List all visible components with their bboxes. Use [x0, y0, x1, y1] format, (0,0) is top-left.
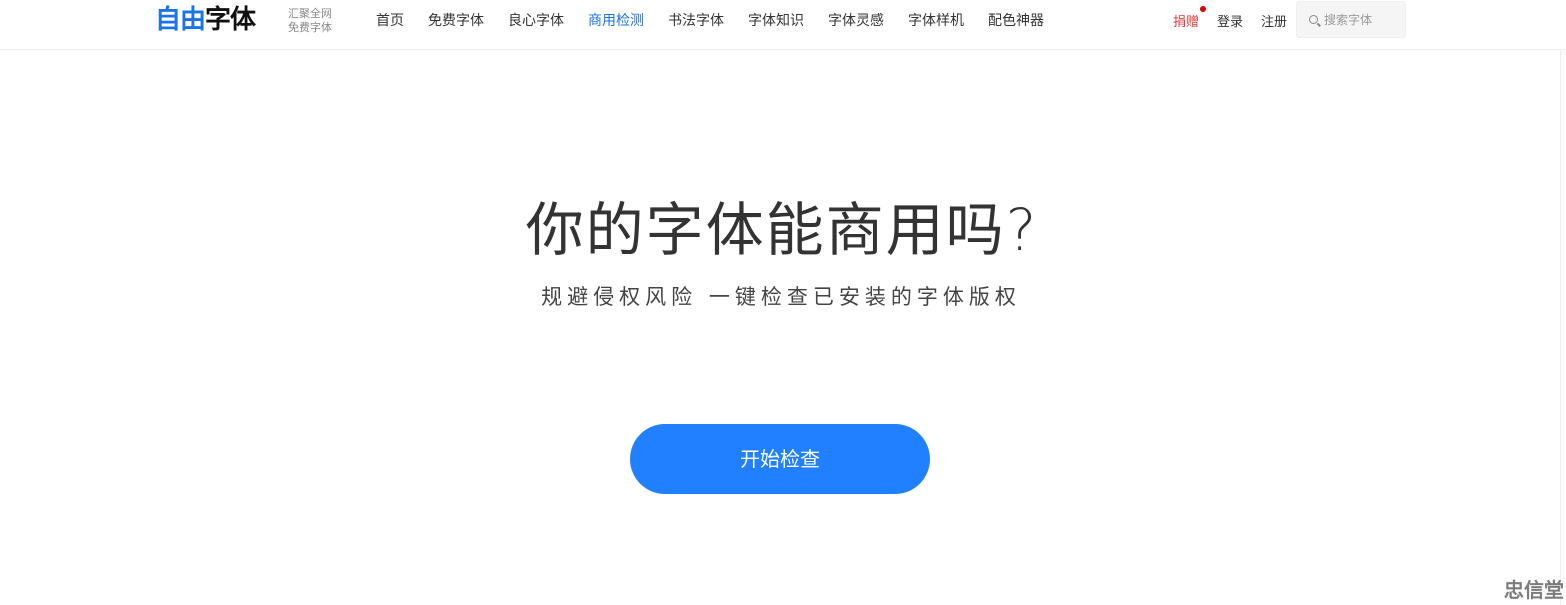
logo-tagline-line2: 免费字体 — [288, 21, 332, 34]
start-check-button[interactable]: 开始检查 — [630, 424, 930, 494]
search-input[interactable] — [1324, 12, 1399, 27]
nav-item-calligraphy-fonts[interactable]: 书法字体 — [668, 10, 724, 30]
nav-item-good-fonts[interactable]: 良心字体 — [508, 10, 564, 30]
hero-title: 你的字体能商用吗? — [525, 196, 1039, 264]
logo-blue-text: 自由 — [155, 5, 206, 35]
logo-tagline: 汇聚全网 免费字体 — [288, 7, 332, 35]
nav-item-font-knowledge[interactable]: 字体知识 — [748, 10, 804, 30]
login-link[interactable]: 登录 — [1217, 11, 1243, 30]
page-scrollbar[interactable] — [1560, 50, 1566, 605]
user-links: 捐赠 登录 注册 — [1173, 0, 1305, 40]
main-nav: 首页 免费字体 良心字体 商用检测 书法字体 字体知识 字体灵感 字体样机 配色… — [376, 0, 1068, 40]
search-box[interactable] — [1296, 1, 1406, 38]
top-header: 自由字体 汇聚全网 免费字体 首页 免费字体 良心字体 商用检测 书法字体 字体… — [0, 0, 1566, 50]
logo-text: 自由字体 — [155, 4, 256, 36]
nav-item-font-inspiration[interactable]: 字体灵感 — [828, 10, 884, 30]
donate-label: 捐赠 — [1173, 14, 1200, 30]
logo-black-text: 字体 — [205, 5, 256, 35]
logo-tagline-line1: 汇聚全网 — [288, 7, 332, 20]
donate-link[interactable]: 捐赠 — [1173, 5, 1207, 30]
nav-item-home[interactable]: 首页 — [376, 10, 404, 30]
watermark-text: 忠信堂 — [1504, 578, 1564, 602]
nav-item-color-tool[interactable]: 配色神器 — [988, 10, 1044, 30]
nav-item-font-mockups[interactable]: 字体样机 — [908, 10, 964, 30]
nav-item-commercial-check[interactable]: 商用检测 — [588, 10, 644, 30]
notification-dot-icon — [1200, 5, 1207, 12]
hero-subtitle: 规避侵权风险 一键检查已安装的字体版权 — [541, 285, 1021, 309]
site-logo[interactable]: 自由字体 — [155, 4, 256, 36]
search-icon — [1309, 15, 1318, 24]
register-link[interactable]: 注册 — [1261, 11, 1287, 30]
nav-item-free-fonts[interactable]: 免费字体 — [428, 10, 484, 30]
